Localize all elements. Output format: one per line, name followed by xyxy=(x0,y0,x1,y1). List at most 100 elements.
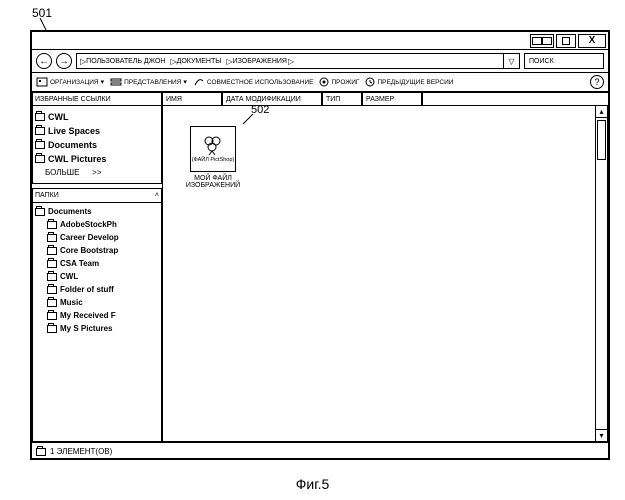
favorite-label: Documents xyxy=(48,140,97,150)
folder-tree-item[interactable]: My Received F xyxy=(35,309,159,322)
previous-versions-button[interactable]: ПРЕДЫДУЩИЕ ВЕРСИИ xyxy=(365,77,453,87)
breadcrumb-segment[interactable]: ▷ИЗОБРАЖЕНИЯ▷ xyxy=(223,57,296,66)
tool-label: ПРЕДСТАВЛЕНИЯ xyxy=(124,79,181,86)
folder-tree-item[interactable]: Core Bootstrap xyxy=(35,244,159,257)
tool-label: ПРЕДЫДУЩИЕ ВЕРСИИ xyxy=(377,79,453,86)
folder-tree-item[interactable]: AdobeStockPh xyxy=(35,218,159,231)
folder-label: My Received F xyxy=(60,311,116,320)
share-button[interactable]: СОВМЕСТНОЕ ИСПОЛЬЗОВАНИЕ xyxy=(193,77,314,87)
burn-button[interactable]: ПРОЖИГ xyxy=(319,77,359,87)
file-thumbnail: (ФАЙЛ PictShop) xyxy=(190,126,236,172)
scroll-thumb[interactable] xyxy=(597,120,606,160)
folder-label: My S Pictures xyxy=(60,324,112,333)
chevron-up-icon: ˄ xyxy=(155,192,159,199)
scroll-down-button[interactable]: ▾ xyxy=(596,429,607,441)
organize-icon xyxy=(36,77,48,87)
folder-label: AdobeStockPh xyxy=(60,220,117,229)
more-arrow: >> xyxy=(92,168,101,177)
folders-tree: Documents AdobeStockPh Career Develop Co… xyxy=(33,203,161,337)
minimize-restore-buttons[interactable] xyxy=(530,34,554,48)
breadcrumb-label: ПОЛЬЗОВАТЕЛЬ ДЖОН xyxy=(86,58,165,65)
navigation-bar: ← → ▷ПОЛЬЗОВАТЕЛЬ ДЖОН ▷ДОКУМЕНТЫ ▷ИЗОБР… xyxy=(32,50,608,72)
folder-label: Music xyxy=(60,298,83,307)
breadcrumb-bar[interactable]: ▷ПОЛЬЗОВАТЕЛЬ ДЖОН ▷ДОКУМЕНТЫ ▷ИЗОБРАЖЕН… xyxy=(76,53,520,69)
folder-icon xyxy=(47,247,57,255)
favorite-label: Live Spaces xyxy=(48,126,100,136)
forward-button[interactable]: → xyxy=(56,53,72,69)
window-body: ИЗБРАННЫЕ ССЫЛКИ CWL Live Spaces Documen… xyxy=(32,92,608,442)
folders-header[interactable]: ПАПКИ ˄ xyxy=(33,189,161,203)
picture-icon xyxy=(201,134,225,156)
help-button[interactable]: ? xyxy=(590,75,604,89)
status-text: 1 ЭЛЕМЕНТ(ОВ) xyxy=(50,447,112,456)
versions-icon xyxy=(365,77,375,87)
column-header-modified[interactable]: ДАТА МОДИФИКАЦИИ xyxy=(222,92,322,105)
column-header-size[interactable]: РАЗМЕР xyxy=(362,92,422,105)
folder-icon xyxy=(35,113,45,121)
folder-icon xyxy=(35,127,45,135)
close-button[interactable]: X xyxy=(578,34,606,48)
column-header-type[interactable]: ТИП xyxy=(322,92,362,105)
file-name: МОЙ ФАЙЛ ИЗОБРАЖЕНИЙ xyxy=(183,175,243,189)
folder-icon xyxy=(36,448,46,456)
folder-tree-item[interactable]: My S Pictures xyxy=(35,322,159,335)
folder-icon xyxy=(35,155,45,163)
column-header-spacer xyxy=(422,92,608,105)
views-button[interactable]: ПРЕДСТАВЛЕНИЯ▾ xyxy=(110,77,187,87)
folder-icon xyxy=(47,312,57,320)
share-icon xyxy=(193,77,205,87)
sidebar: ИЗБРАННЫЕ ССЫЛКИ CWL Live Spaces Documen… xyxy=(32,92,162,442)
favorite-link[interactable]: CWL xyxy=(35,110,159,124)
maximize-button[interactable] xyxy=(556,34,576,48)
breadcrumb-segment[interactable]: ▷ДОКУМЕНТЫ xyxy=(167,57,223,66)
favorite-link[interactable]: Documents xyxy=(35,138,159,152)
folder-tree-item[interactable]: Career Develop xyxy=(35,231,159,244)
callout-line-502 xyxy=(241,114,255,128)
file-list-area[interactable]: 502 (ФАЙЛ PictShop) МОЙ ФАЙЛ ИЗОБРАЖЕНИЙ xyxy=(162,106,608,442)
more-link[interactable]: БОЛЬШЕ >> xyxy=(35,166,159,179)
breadcrumb-dropdown[interactable]: ▽ xyxy=(503,54,519,68)
folder-label: CWL xyxy=(60,272,78,281)
breadcrumb-label: ДОКУМЕНТЫ xyxy=(177,58,222,65)
folder-tree-root[interactable]: Documents xyxy=(35,205,159,218)
file-type-label: (ФАЙЛ PictShop) xyxy=(192,157,235,163)
back-button[interactable]: ← xyxy=(36,53,52,69)
folder-icon xyxy=(47,260,57,268)
folder-icon xyxy=(47,286,57,294)
folder-icon xyxy=(47,273,57,281)
folder-icon xyxy=(35,141,45,149)
figure-caption: Фиг.5 xyxy=(296,476,330,492)
vertical-scrollbar[interactable]: ▴ ▾ xyxy=(595,106,607,441)
burn-icon xyxy=(319,77,329,87)
folder-label: Core Bootstrap xyxy=(60,246,118,255)
organize-button[interactable]: ОРГАНИЗАЦИЯ▾ xyxy=(36,77,104,87)
more-label: БОЛЬШЕ xyxy=(45,168,79,177)
folder-icon xyxy=(47,325,57,333)
column-header-name[interactable]: ИМЯ xyxy=(162,92,222,105)
folder-tree-item[interactable]: Music xyxy=(35,296,159,309)
folder-label: Folder of stuff xyxy=(60,285,114,294)
tool-label: СОВМЕСТНОЕ ИСПОЛЬЗОВАНИЕ xyxy=(207,79,314,86)
folder-tree-item[interactable]: CSA Team xyxy=(35,257,159,270)
breadcrumb-label: ИЗОБРАЖЕНИЯ xyxy=(233,58,287,65)
file-explorer-window: X ← → ▷ПОЛЬЗОВАТЕЛЬ ДЖОН ▷ДОКУМЕНТЫ ▷ИЗО… xyxy=(30,30,610,460)
toolbar: ОРГАНИЗАЦИЯ▾ ПРЕДСТАВЛЕНИЯ▾ СОВМЕСТНОЕ И… xyxy=(32,72,608,92)
tool-label: ОРГАНИЗАЦИЯ xyxy=(50,79,99,86)
views-icon xyxy=(110,77,122,87)
folder-tree-item[interactable]: Folder of stuff xyxy=(35,283,159,296)
content-pane: ИМЯ ДАТА МОДИФИКАЦИИ ТИП РАЗМЕР 502 xyxy=(162,92,608,442)
folders-header-label: ПАПКИ xyxy=(35,192,59,199)
favorites-list: CWL Live Spaces Documents CWL Pictures Б… xyxy=(32,106,162,184)
file-item[interactable]: (ФАЙЛ PictShop) МОЙ ФАЙЛ ИЗОБРАЖЕНИЙ xyxy=(183,126,243,189)
status-bar: 1 ЭЛЕМЕНТ(ОВ) xyxy=(32,442,608,460)
folder-label: Career Develop xyxy=(60,233,119,242)
favorite-link[interactable]: CWL Pictures xyxy=(35,152,159,166)
tool-label: ПРОЖИГ xyxy=(331,79,359,86)
breadcrumb-segment[interactable]: ▷ПОЛЬЗОВАТЕЛЬ ДЖОН xyxy=(77,57,167,66)
scroll-up-button[interactable]: ▴ xyxy=(596,106,607,118)
column-headers: ИМЯ ДАТА МОДИФИКАЦИИ ТИП РАЗМЕР xyxy=(162,92,608,106)
search-input[interactable]: ПОИСК xyxy=(524,53,604,69)
folder-tree-item[interactable]: CWL xyxy=(35,270,159,283)
favorite-link[interactable]: Live Spaces xyxy=(35,124,159,138)
scroll-track[interactable] xyxy=(596,118,607,429)
